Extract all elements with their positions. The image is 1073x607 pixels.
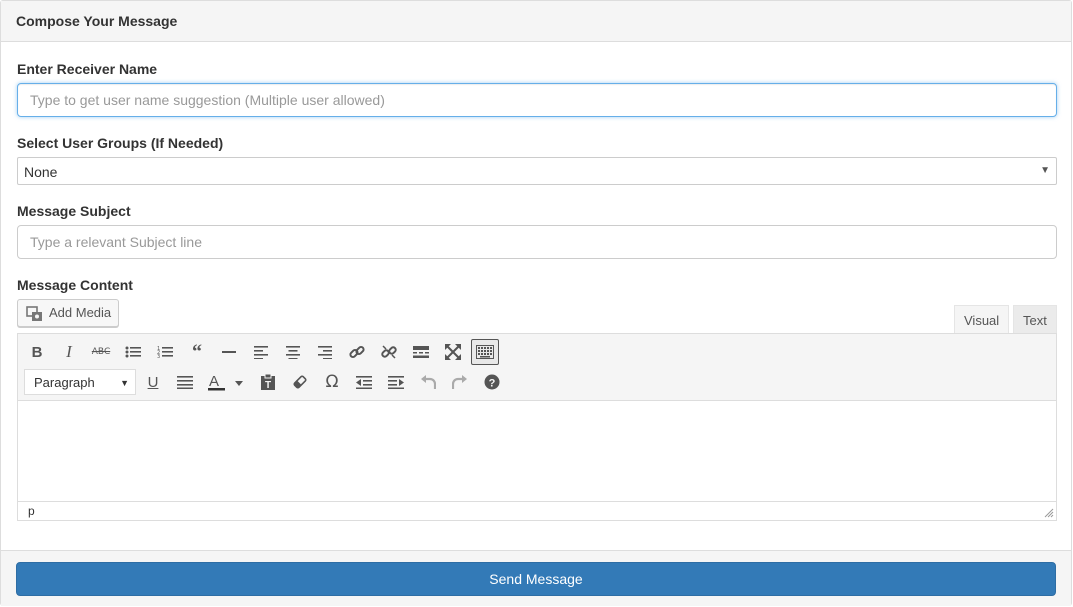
svg-text:3: 3 <box>157 354 160 359</box>
panel-title: Compose Your Message <box>1 1 1071 42</box>
add-media-button[interactable]: Add Media <box>17 299 119 327</box>
panel-footer: Send Message <box>1 550 1071 606</box>
send-message-button[interactable]: Send Message <box>16 562 1056 596</box>
editor-content-area[interactable] <box>18 401 1056 501</box>
groups-label: Select User Groups (If Needed) <box>17 135 224 151</box>
underline-icon[interactable]: U <box>139 369 167 395</box>
svg-text:T: T <box>265 380 271 390</box>
bold-icon[interactable]: B <box>23 339 51 365</box>
editor-toolbar: B I ABC 123 “ Paragraph ▼ U A T Ω ? <box>18 334 1056 401</box>
receiver-input[interactable] <box>17 83 1057 117</box>
read-more-icon[interactable] <box>407 339 435 365</box>
format-select[interactable]: Paragraph ▼ <box>24 369 136 395</box>
svg-text:A: A <box>209 373 219 390</box>
media-icon <box>26 306 42 321</box>
insert-link-icon[interactable] <box>343 339 371 365</box>
horizontal-line-icon[interactable] <box>215 339 243 365</box>
numbered-list-icon[interactable]: 123 <box>151 339 179 365</box>
justify-icon[interactable] <box>171 369 199 395</box>
special-character-icon[interactable]: Ω <box>318 369 346 395</box>
redo-icon[interactable] <box>446 369 474 395</box>
editor-statusbar: p <box>18 501 1056 520</box>
groups-selected-value: None <box>24 164 58 180</box>
compose-panel: Compose Your Message Enter Receiver Name… <box>0 0 1072 606</box>
subject-input[interactable] <box>17 225 1057 259</box>
outdent-icon[interactable] <box>350 369 378 395</box>
svg-text:?: ? <box>489 378 496 390</box>
tab-visual[interactable]: Visual <box>954 305 1010 335</box>
blockquote-icon[interactable]: “ <box>183 339 211 365</box>
align-right-icon[interactable] <box>311 339 339 365</box>
content-label: Message Content <box>17 277 133 293</box>
chevron-down-icon: ▼ <box>120 378 129 388</box>
resize-handle-icon[interactable] <box>1044 508 1054 518</box>
chevron-down-icon: ▼ <box>1040 165 1050 176</box>
text-color-icon[interactable]: A <box>203 369 247 395</box>
undo-icon[interactable] <box>414 369 442 395</box>
groups-select[interactable]: None ▼ <box>17 157 1057 185</box>
indent-icon[interactable] <box>382 369 410 395</box>
fullscreen-icon[interactable] <box>439 339 467 365</box>
help-icon[interactable]: ? <box>478 369 506 395</box>
subject-label: Message Subject <box>17 203 131 219</box>
tab-text[interactable]: Text <box>1013 305 1057 334</box>
align-center-icon[interactable] <box>279 339 307 365</box>
receiver-label: Enter Receiver Name <box>17 61 158 77</box>
remove-link-icon[interactable] <box>375 339 403 365</box>
format-selected-value: Paragraph <box>34 375 95 390</box>
message-editor: B I ABC 123 “ Paragraph ▼ U A T Ω ? p <box>17 333 1057 521</box>
paste-as-text-icon[interactable]: T <box>254 369 282 395</box>
add-media-label: Add Media <box>49 305 112 320</box>
strikethrough-icon[interactable]: ABC <box>87 339 115 365</box>
italic-icon[interactable]: I <box>55 339 83 365</box>
align-left-icon[interactable] <box>247 339 275 365</box>
clear-formatting-icon[interactable] <box>286 369 314 395</box>
bulleted-list-icon[interactable] <box>119 339 147 365</box>
toolbar-toggle-icon[interactable] <box>471 339 499 365</box>
element-path[interactable]: p <box>28 504 35 518</box>
